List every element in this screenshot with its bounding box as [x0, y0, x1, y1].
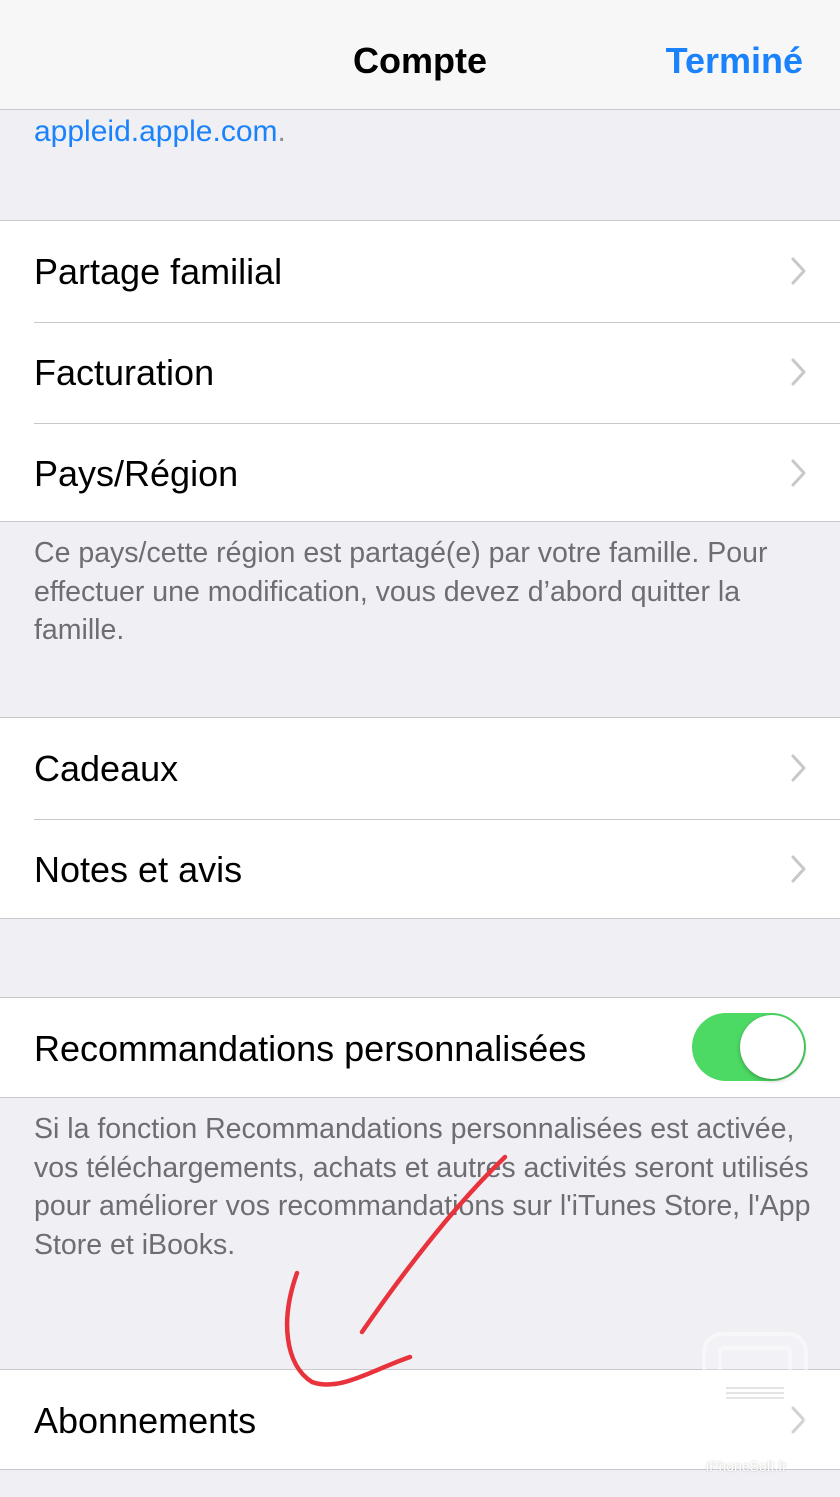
navigation-bar: Compte Terminé — [0, 0, 840, 110]
chevron-right-icon — [791, 257, 806, 285]
row-label: Abonnements — [34, 1400, 257, 1441]
chevron-right-icon — [791, 358, 806, 386]
row-notes-et-avis[interactable]: Notes et avis — [0, 819, 840, 920]
done-button[interactable]: Terminé — [666, 38, 803, 84]
row-label: Facturation — [34, 352, 215, 393]
chevron-right-icon — [791, 1406, 806, 1434]
recommendations-footer-note: Si la fonction Recommandations personnal… — [34, 1113, 811, 1261]
row-abonnements[interactable]: Abonnements — [0, 1370, 840, 1471]
country-footer-note: Ce pays/cette région est partagé(e) par … — [34, 537, 768, 646]
row-recommandations: Recommandations personnalisées — [0, 998, 840, 1099]
chevron-right-icon — [791, 459, 806, 487]
row-pays-region[interactable]: Pays/Région — [0, 423, 840, 524]
subscriptions-group: Abonnements — [0, 1369, 840, 1470]
recommendations-group: Recommandations personnalisées — [0, 997, 840, 1098]
row-label: Partage familial — [34, 251, 283, 292]
apple-id-footer: appleid.apple.com. — [34, 112, 286, 152]
apple-id-link-suffix: . — [277, 115, 286, 148]
apple-id-link[interactable]: appleid.apple.com — [34, 115, 278, 148]
gifts-reviews-group: Cadeaux Notes et avis — [0, 717, 840, 919]
row-label: Pays/Région — [34, 453, 239, 494]
row-cadeaux[interactable]: Cadeaux — [0, 718, 840, 819]
chevron-right-icon — [791, 754, 806, 782]
account-settings-group: Partage familial Facturation Pays/Région — [0, 220, 840, 522]
row-facturation[interactable]: Facturation — [0, 322, 840, 423]
row-partage-familial[interactable]: Partage familial — [0, 221, 840, 322]
recommendations-toggle[interactable] — [692, 1013, 806, 1081]
row-label: Cadeaux — [34, 748, 179, 789]
chevron-right-icon — [791, 855, 806, 883]
row-label: Notes et avis — [34, 849, 243, 890]
toggle-knob — [740, 1015, 804, 1079]
row-label: Recommandations personnalisées — [34, 1028, 587, 1069]
